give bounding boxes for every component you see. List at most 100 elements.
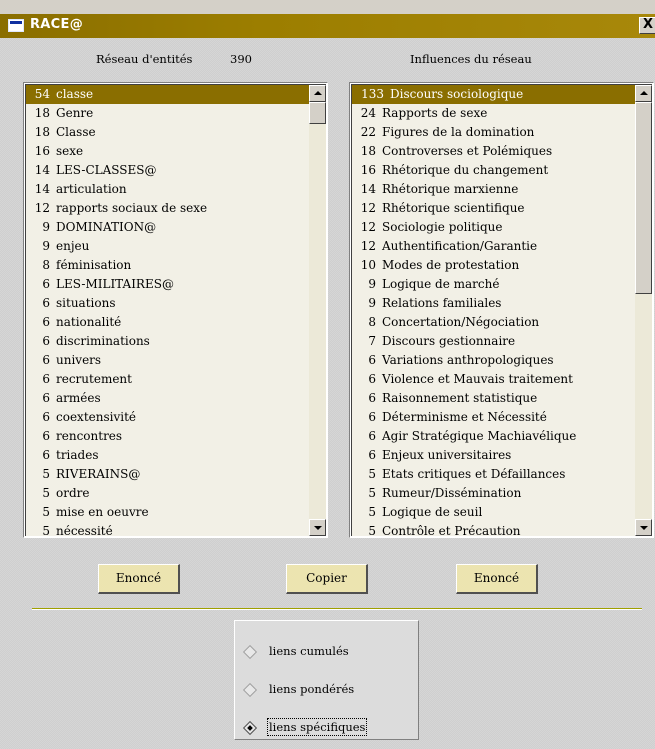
- list-item[interactable]: 6 Agir Stratégique Machiavélique: [352, 427, 635, 446]
- list-item[interactable]: 14 articulation: [26, 180, 309, 199]
- influences-list[interactable]: 133 Discours sociologique 24 Rapports de se…: [349, 82, 654, 538]
- item-count: 16: [34, 144, 50, 158]
- item-label: nécessité: [56, 524, 113, 536]
- item-count: 9: [368, 296, 376, 310]
- list-item[interactable]: 133 Discours sociologique: [352, 85, 635, 104]
- list-item[interactable]: 16 Rhétorique du changement: [352, 161, 635, 180]
- list-item[interactable]: 8 féminisation: [26, 256, 309, 275]
- list-item[interactable]: 9 Logique de marché: [352, 275, 635, 294]
- item-count: 18: [34, 106, 50, 120]
- item-count: 22: [360, 125, 376, 139]
- item-count: 18: [360, 144, 376, 158]
- right-header-label: Influences du réseau: [410, 52, 532, 66]
- arrow-down-icon: [314, 526, 322, 530]
- item-count: 5: [368, 505, 376, 519]
- item-label: Agir Stratégique Machiavélique: [382, 429, 577, 443]
- item-count: 16: [360, 163, 376, 177]
- list-item[interactable]: 7 Discours gestionnaire: [352, 332, 635, 351]
- item-count: 24: [360, 106, 376, 120]
- scroll-up-button[interactable]: [635, 85, 652, 102]
- close-button[interactable]: X: [639, 17, 655, 34]
- item-label: Enjeux universitaires: [382, 448, 512, 462]
- item-label: Contrôle et Précaution: [382, 524, 521, 536]
- list-item[interactable]: 6 Violence et Mauvais traitement: [352, 370, 635, 389]
- item-label: recrutement: [56, 372, 132, 386]
- list-item[interactable]: 6 recrutement: [26, 370, 309, 389]
- scroll-thumb[interactable]: [309, 102, 326, 124]
- list-item[interactable]: 10 Modes de protestation: [352, 256, 635, 275]
- list-item[interactable]: 12 Authentification/Garantie: [352, 237, 635, 256]
- scroll-up-button[interactable]: [309, 85, 326, 102]
- list-item[interactable]: 14 LES-CLASSES@: [26, 161, 309, 180]
- item-count: 6: [42, 429, 50, 443]
- influences-list-rows: 133 Discours sociologique 24 Rapports de se…: [352, 85, 635, 536]
- list-item[interactable]: 5 Rumeur/Dissémination: [352, 484, 635, 503]
- list-item[interactable]: 12 rapports sociaux de sexe: [26, 199, 309, 218]
- item-label: Genre: [56, 106, 94, 120]
- item-label: LES-MILITAIRES@: [56, 277, 174, 291]
- radio-diamond-icon: [242, 644, 258, 660]
- copier-button[interactable]: Copier: [286, 564, 368, 594]
- list-item[interactable]: 16 sexe: [26, 142, 309, 161]
- list-item[interactable]: 6 Variations anthropologiques: [352, 351, 635, 370]
- list-item[interactable]: 6 LES-MILITAIRES@: [26, 275, 309, 294]
- list-item[interactable]: 6 armées: [26, 389, 309, 408]
- entities-scrollbar[interactable]: [309, 85, 326, 536]
- list-item[interactable]: 6 Enjeux universitaires: [352, 446, 635, 465]
- list-item[interactable]: 6 discriminations: [26, 332, 309, 351]
- list-item[interactable]: 5 nécessité: [26, 522, 309, 536]
- list-item[interactable]: 6 nationalité: [26, 313, 309, 332]
- scroll-down-button[interactable]: [309, 519, 326, 536]
- list-item[interactable]: 18 Classe: [26, 123, 309, 142]
- radio-diamond-selected-icon: [242, 720, 258, 736]
- list-item[interactable]: 9 enjeu: [26, 237, 309, 256]
- list-item[interactable]: 18 Genre: [26, 104, 309, 123]
- scroll-thumb[interactable]: [635, 102, 652, 294]
- enonce-right-button[interactable]: Enoncé: [456, 564, 538, 594]
- item-label: Rumeur/Dissémination: [382, 486, 522, 500]
- client-area: Réseau d'entités 390 Influences du résea…: [0, 38, 655, 749]
- influences-scrollbar[interactable]: [635, 85, 652, 536]
- title-bar[interactable]: RACE@ X: [0, 14, 655, 38]
- list-item[interactable]: 6 univers: [26, 351, 309, 370]
- list-item[interactable]: 6 rencontres: [26, 427, 309, 446]
- list-item[interactable]: 24 Rapports de sexe: [352, 104, 635, 123]
- list-item[interactable]: 6 coextensivité: [26, 408, 309, 427]
- item-count: 6: [368, 429, 376, 443]
- item-count: 5: [42, 467, 50, 481]
- list-item[interactable]: 6 triades: [26, 446, 309, 465]
- item-label: Concertation/Négociation: [382, 315, 540, 329]
- list-item[interactable]: 6 Raisonnement statistique: [352, 389, 635, 408]
- item-count: 5: [42, 505, 50, 519]
- list-item[interactable]: 9 DOMINATION@: [26, 218, 309, 237]
- arrow-down-icon: [640, 526, 648, 530]
- item-count: 6: [368, 391, 376, 405]
- entities-list[interactable]: 54 classe 18 Genre 18 Classe 16 sexe 14 LES-CLASS…: [23, 82, 328, 538]
- list-item[interactable]: 5 ordre: [26, 484, 309, 503]
- list-item[interactable]: 12 Sociologie politique: [352, 218, 635, 237]
- list-item[interactable]: 14 Rhétorique marxienne: [352, 180, 635, 199]
- item-label: rapports sociaux de sexe: [56, 201, 208, 215]
- list-item[interactable]: 8 Concertation/Négociation: [352, 313, 635, 332]
- list-item[interactable]: 9 Relations familiales: [352, 294, 635, 313]
- list-item[interactable]: 5 Contrôle et Précaution: [352, 522, 635, 536]
- item-count: 5: [368, 524, 376, 536]
- scroll-down-button[interactable]: [635, 519, 652, 536]
- item-count: 5: [368, 486, 376, 500]
- list-item[interactable]: 5 mise en oeuvre: [26, 503, 309, 522]
- item-label: situations: [56, 296, 116, 310]
- list-item[interactable]: 6 situations: [26, 294, 309, 313]
- list-item[interactable]: 12 Rhétorique scientifique: [352, 199, 635, 218]
- list-item[interactable]: 54 classe: [26, 85, 309, 104]
- item-count: 12: [34, 201, 50, 215]
- list-item[interactable]: 18 Controverses et Polémiques: [352, 142, 635, 161]
- list-item[interactable]: 5 RIVERAINS@: [26, 465, 309, 484]
- item-label: ordre: [56, 486, 90, 500]
- list-item[interactable]: 5 Etats critiques et Défaillances: [352, 465, 635, 484]
- link-options-group: liens cumulés liens pondérés liens spéci…: [234, 620, 419, 740]
- list-item[interactable]: 6 Déterminisme et Nécessité: [352, 408, 635, 427]
- list-item[interactable]: 5 Logique de seuil: [352, 503, 635, 522]
- list-item[interactable]: 22 Figures de la domination: [352, 123, 635, 142]
- option-label: liens spécifiques: [266, 718, 368, 736]
- enonce-left-button[interactable]: Enoncé: [98, 564, 180, 594]
